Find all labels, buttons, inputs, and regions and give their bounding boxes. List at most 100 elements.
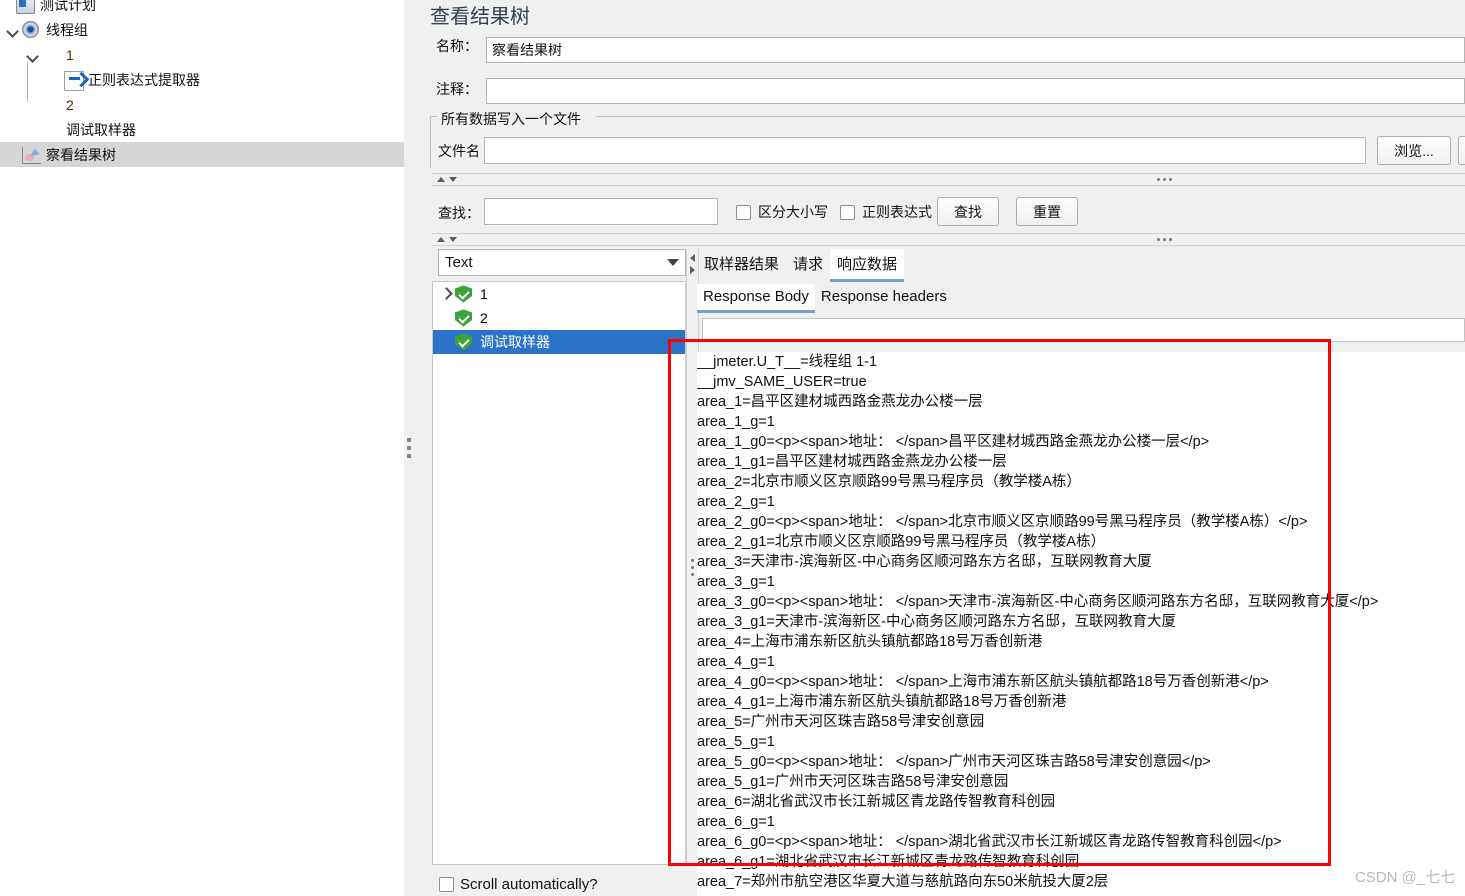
response-body-line: area_6_g=1 xyxy=(697,814,775,830)
sampler-result-row[interactable]: 2 xyxy=(433,306,685,330)
response-body-line: area_3_g1=天津市-滨海新区-中心商务区顺河路东方名邸，互联网教育大厦 xyxy=(697,614,1176,630)
tree-item-4[interactable]: 2 xyxy=(0,92,404,117)
search-label: 查找： xyxy=(438,205,480,221)
collapse-left-icon[interactable] xyxy=(690,254,695,262)
regex-checkbox[interactable] xyxy=(840,204,855,220)
collapse-up-icon-2[interactable] xyxy=(437,237,445,242)
collapse-up-icon[interactable] xyxy=(437,177,445,182)
tab-result_tabs-1[interactable]: 请求 xyxy=(786,249,830,282)
tree-item-2[interactable]: 1 xyxy=(0,42,404,67)
show-button[interactable]: 显 xyxy=(1458,136,1465,165)
sampler-row-spacer xyxy=(437,333,455,351)
response-body-line: area_2_g1=北京市顺义区京顺路99号黑马程序员（教学楼A栋） xyxy=(697,534,1106,550)
vsplitter-dots-icon xyxy=(691,559,694,580)
tree-item-label: 测试计划 xyxy=(40,0,96,13)
result-tabs[interactable]: 取样器结果 请求 响应数据 xyxy=(697,249,905,282)
tab-response_tabs-1[interactable]: Response headers xyxy=(815,284,953,313)
response-filter-input[interactable] xyxy=(702,318,1465,342)
name-input[interactable]: 察看结果树 xyxy=(486,37,1465,63)
splitter-dots-icon-2 xyxy=(1157,238,1172,241)
sampler-result-row[interactable]: 1 xyxy=(433,282,685,306)
comment-label: 注释： xyxy=(436,81,478,97)
tree-twisty-spacer xyxy=(26,123,40,137)
tree-item-label: 1 xyxy=(66,46,74,63)
splitter-search-results[interactable] xyxy=(432,233,1465,246)
filename-input[interactable] xyxy=(484,137,1366,164)
success-shield-icon xyxy=(455,333,472,351)
sampler-row-spacer xyxy=(437,309,455,327)
tree-expand-toggle-icon[interactable] xyxy=(6,23,20,37)
search-input[interactable] xyxy=(484,198,718,225)
scroll-automatically-checkbox[interactable] xyxy=(439,877,454,892)
tab-result_tabs-0[interactable]: 取样器结果 xyxy=(697,249,786,282)
splitter-file-search[interactable] xyxy=(432,173,1465,186)
sampler-result-list[interactable]: 1 2 调试取样器 xyxy=(432,281,686,865)
regex-label: 正则表达式 xyxy=(862,204,932,220)
response-body-line: area_5_g=1 xyxy=(697,734,775,750)
collapse-down-icon-2[interactable] xyxy=(449,237,457,242)
chevron-right-icon[interactable] xyxy=(437,285,455,303)
tree-item-label: 察看结果树 xyxy=(46,146,116,163)
response-body-line: area_5_g0=<p><span>地址： </span>广州市天河区珠吉路5… xyxy=(697,754,1211,770)
sampler-result-label: 1 xyxy=(480,286,488,302)
tree-item-label: 线程组 xyxy=(46,21,88,38)
renderer-selected-value: Text xyxy=(445,254,473,271)
browse-button[interactable]: 浏览... xyxy=(1377,136,1451,165)
tree-item-1[interactable]: 线程组 xyxy=(0,17,404,42)
response-tabs[interactable]: Response Body Response headers xyxy=(697,284,953,313)
tab-result_tabs-2[interactable]: 响应数据 xyxy=(830,249,905,282)
scroll-automatically-option[interactable]: Scroll automatically? xyxy=(439,876,598,893)
regex-option[interactable]: 正则表达式 xyxy=(840,202,932,222)
file-group-title: 所有数据写入一个文件 xyxy=(437,109,585,129)
page-title: 查看结果树 xyxy=(430,6,530,28)
comment-input[interactable] xyxy=(486,78,1465,104)
tree-twisty-spacer xyxy=(48,73,62,87)
sampler-icon xyxy=(40,45,62,65)
group-border-left xyxy=(430,116,431,168)
sampler-result-label: 2 xyxy=(480,310,488,326)
tree-item-label: 2 xyxy=(66,96,74,113)
group-border-top-right xyxy=(596,116,1465,117)
sampler-icon xyxy=(40,95,62,115)
tree-item-5[interactable]: 调试取样器 xyxy=(0,117,404,142)
response-body-line: area_5_g1=广州市天河区珠吉路58号津安创意园 xyxy=(697,774,1009,790)
response-body-line: area_1_g=1 xyxy=(697,414,775,430)
response-body-line: area_1=昌平区建材城西路金燕龙办公楼一层 xyxy=(697,394,983,410)
success-shield-icon xyxy=(455,309,472,327)
sampler-icon xyxy=(40,120,62,140)
test-plan-tree[interactable]: 测试计划线程组 1 正则表达式提取器 2 调试取样器察看结果树 xyxy=(0,0,405,896)
tree-twisty-spacer xyxy=(6,148,20,162)
case-sensitive-checkbox[interactable] xyxy=(736,204,751,220)
case-sensitive-label: 区分大小写 xyxy=(758,204,828,220)
renderer-select[interactable]: Text xyxy=(438,249,686,276)
collapse-down-icon[interactable] xyxy=(449,177,457,182)
tree-item-0[interactable]: 测试计划 xyxy=(0,0,404,17)
response-body-line: area_3_g0=<p><span>地址： </span>天津市-滨海新区-中… xyxy=(697,594,1379,610)
tab-response_tabs-0[interactable]: Response Body xyxy=(697,284,815,313)
sampler-result-label: 调试取样器 xyxy=(480,334,550,350)
collapse-right-icon[interactable] xyxy=(690,266,695,274)
splitter-grip-icon xyxy=(407,438,411,460)
tree-twisty-spacer xyxy=(26,98,40,112)
response-body-text[interactable]: __jmeter.U_T__=线程组 1-1 __jmv_SAME_USER=tr… xyxy=(697,352,1465,896)
response-body-line: __jmeter.U_T__=线程组 1-1 xyxy=(697,354,878,370)
chevron-down-icon xyxy=(667,259,679,266)
success-shield-icon xyxy=(455,285,472,303)
response-body-line: area_6_g1=湖北省武汉市长江新城区青龙路传智教育科创园 xyxy=(697,854,1080,870)
find-button[interactable]: 查找 xyxy=(937,197,999,226)
view-results-tree-icon xyxy=(20,145,42,165)
name-label: 名称： xyxy=(436,38,478,54)
tree-item-3[interactable]: 正则表达式提取器 xyxy=(0,67,404,92)
case-sensitive-option[interactable]: 区分大小写 xyxy=(736,202,828,222)
sampler-result-row[interactable]: 调试取样器 xyxy=(433,330,685,354)
tree-item-6[interactable]: 察看结果树 xyxy=(0,142,404,167)
response-body-line: area_2=北京市顺义区京顺路99号黑马程序员（教学楼A栋） xyxy=(697,474,1081,490)
reset-button[interactable]: 重置 xyxy=(1016,197,1078,226)
tree-expand-toggle-icon[interactable] xyxy=(26,48,40,62)
test-plan-icon xyxy=(14,0,36,15)
response-body-line: area_2_g=1 xyxy=(697,494,775,510)
response-body-line: area_3_g=1 xyxy=(697,574,775,590)
response-body-line: area_1_g1=昌平区建材城西路金燕龙办公楼一层 xyxy=(697,454,1007,470)
response-body-line: area_4_g=1 xyxy=(697,654,775,670)
filename-label: 文件名 xyxy=(438,143,480,159)
